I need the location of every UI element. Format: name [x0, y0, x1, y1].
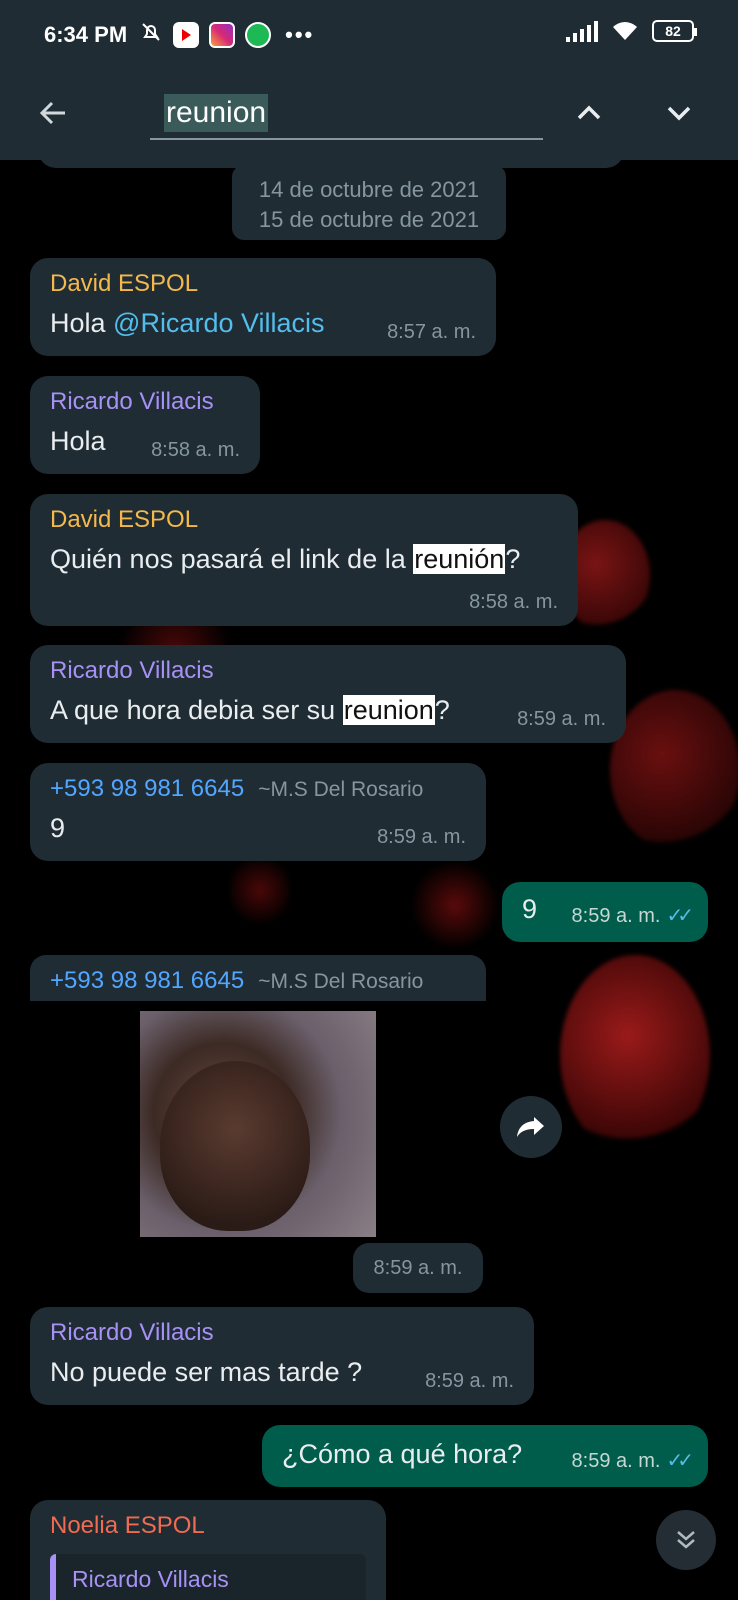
status-system-icons: 82 [566, 20, 697, 42]
quoted-message[interactable]: Ricardo Villacis [50, 1554, 366, 1600]
double-check-icon: ✓✓ [666, 1450, 693, 1472]
message-time-value: 8:59 a. m. [571, 905, 661, 927]
search-match-highlight: reunion [342, 695, 435, 725]
spotify-icon [245, 22, 272, 48]
message-time: 8:59 a. m. [377, 826, 466, 848]
message-time: 8:57 a. m. [387, 321, 476, 343]
message-text: Quién nos pasará el link de la reunión? [50, 544, 558, 575]
background-decoration [410, 860, 500, 950]
message-time: 8:59 a. m. ✓✓ [571, 1448, 694, 1473]
status-bar: 6:34 PM ••• 82 [0, 0, 738, 70]
status-time: 6:34 PM [44, 22, 128, 47]
forward-button[interactable] [500, 1096, 562, 1158]
message-text-part: Quién nos pasará el link de la [50, 544, 414, 574]
search-field[interactable]: reunion [150, 88, 543, 140]
forward-arrow-icon [517, 1117, 544, 1137]
message-bubble[interactable]: David ESPOL Quién nos pasará el link de … [30, 494, 578, 626]
mention-link[interactable]: @Ricardo Villacis [113, 308, 324, 338]
date-label: 14 de octubre de 2021 [258, 177, 480, 202]
message-bubble-partial [38, 140, 624, 168]
date-label-next: 15 de octubre de 2021 [258, 207, 480, 232]
status-notification-icons: ••• [139, 20, 314, 50]
background-decoration [610, 690, 738, 850]
message-bubble[interactable]: +593 98 981 6645 ~M.S Del Rosario 9 8:59 … [30, 763, 486, 861]
sender-name: +593 98 981 6645 ~M.S Del Rosario [50, 775, 466, 803]
wifi-icon [613, 22, 637, 40]
instagram-icon [209, 22, 236, 48]
sender-alias: ~M.S Del Rosario [258, 970, 424, 993]
sender-name: Ricardo Villacis [50, 1319, 214, 1346]
message-text-part: ? [434, 695, 450, 725]
sender-name: Ricardo Villacis [50, 388, 214, 415]
back-button[interactable] [32, 92, 74, 134]
message-text-part: A que hora debia ser su [50, 695, 343, 725]
mute-bell-icon [139, 20, 163, 50]
sender-name: Noelia ESPOL [50, 1512, 205, 1539]
message-bubble[interactable]: Ricardo Villacis A que hora debia ser su… [30, 645, 626, 743]
background-decoration [560, 955, 710, 1155]
date-chip: 14 de octubre de 2021 15 de octubre de 2… [232, 165, 506, 240]
signal-icon [566, 20, 598, 42]
sender-phone[interactable]: +593 98 981 6645 [50, 775, 244, 802]
message-bubble[interactable]: Noelia ESPOL Ricardo Villacis [30, 1500, 386, 1600]
arrow-left-icon [39, 101, 65, 125]
sender-name: David ESPOL [50, 270, 199, 297]
background-decoration [230, 850, 290, 930]
message-text-part: ? [505, 544, 521, 574]
sender-name: +593 98 981 6645 ~M.S Del Rosario [50, 967, 466, 995]
sender-phone[interactable]: +593 98 981 6645 [50, 967, 244, 994]
sender-name: David ESPOL [50, 506, 199, 533]
search-previous-button[interactable] [568, 92, 610, 134]
message-bubble-outgoing[interactable]: 9 8:59 a. m. ✓✓ [502, 882, 708, 942]
battery-icon: 82 [652, 20, 697, 42]
message-time: 8:59 a. m. ✓✓ [571, 903, 694, 928]
double-chevron-down-icon [677, 1531, 695, 1549]
sticker-face [160, 1061, 310, 1231]
sticker-image[interactable] [140, 1011, 376, 1237]
message-time-value: 8:59 a. m. [571, 1450, 661, 1472]
battery-level: 82 [665, 23, 681, 39]
sender-alias: ~M.S Del Rosario [258, 778, 424, 801]
message-time: 8:58 a. m. [151, 439, 240, 461]
quoted-sender: Ricardo Villacis [72, 1566, 229, 1592]
message-bubble[interactable]: Ricardo Villacis No puede ser mas tarde … [30, 1307, 534, 1405]
sender-name: Ricardo Villacis [50, 657, 214, 684]
message-bubble-media-header[interactable]: +593 98 981 6645 ~M.S Del Rosario [30, 955, 486, 1001]
more-icon: ••• [285, 22, 315, 47]
chevron-down-icon [667, 106, 691, 121]
scroll-to-bottom-button[interactable] [656, 1510, 716, 1570]
message-time: 8:59 a. m. [425, 1370, 514, 1392]
message-time: 8:58 a. m. [469, 591, 558, 613]
message-bubble[interactable]: Ricardo Villacis Hola 8:58 a. m. [30, 376, 260, 474]
message-time: 8:59 a. m. [517, 708, 606, 730]
message-time: 8:59 a. m. [353, 1243, 483, 1293]
search-next-button[interactable] [658, 92, 700, 134]
search-match-highlight: reunión [413, 544, 506, 574]
message-bubble[interactable]: David ESPOL Hola @Ricardo Villacis 8:57 … [30, 258, 496, 356]
double-check-icon: ✓✓ [666, 905, 693, 927]
chevron-up-icon [577, 105, 601, 120]
message-bubble-outgoing[interactable]: ¿Cómo a qué hora? 8:59 a. m. ✓✓ [262, 1425, 708, 1487]
search-input[interactable]: reunion [164, 94, 269, 132]
youtube-icon [173, 22, 200, 48]
message-text-part: Hola [50, 308, 114, 338]
